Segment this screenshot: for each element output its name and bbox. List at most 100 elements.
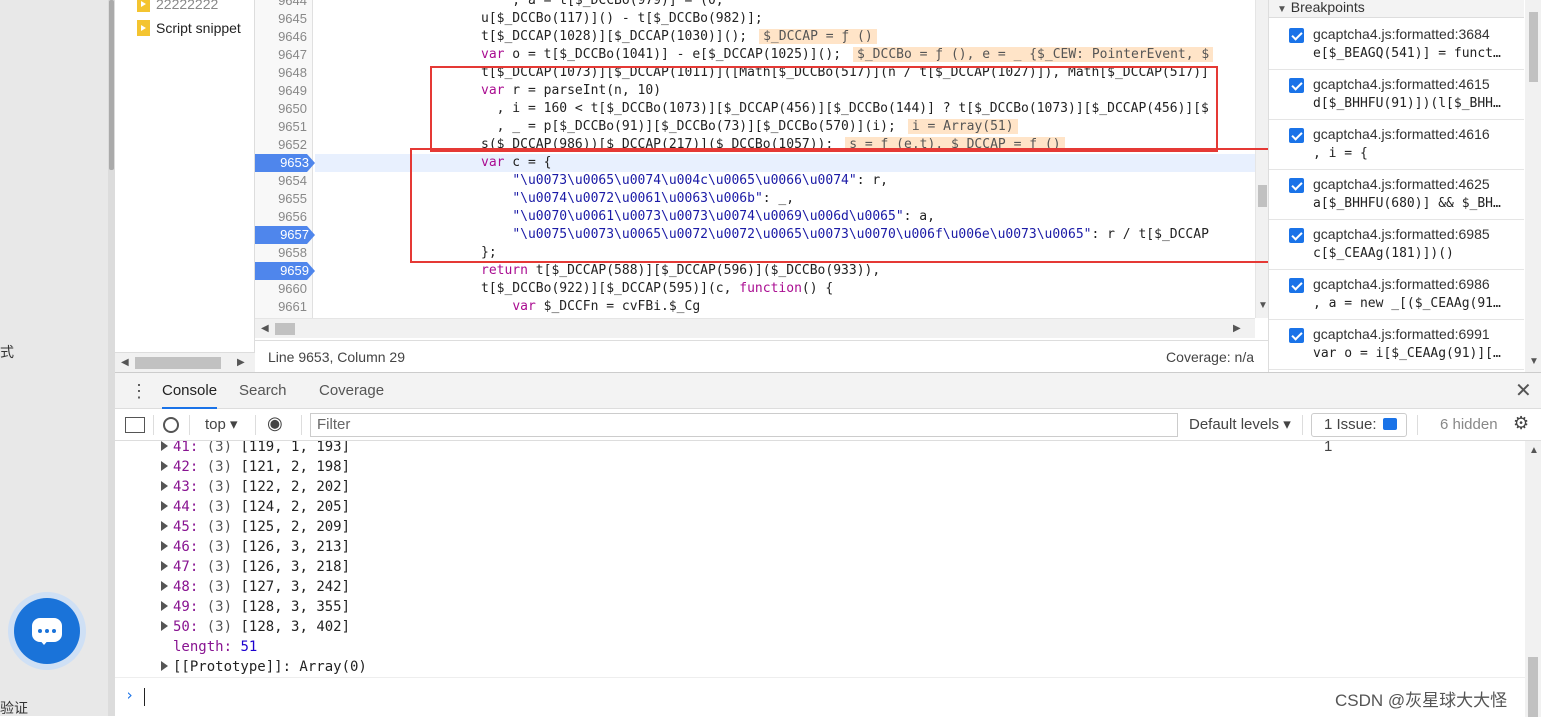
highlight-box <box>430 66 1218 152</box>
scroll-left-icon[interactable]: ◀ <box>121 357 129 368</box>
filter-input[interactable]: Filter <box>310 413 1178 437</box>
line-number[interactable]: 9648 <box>255 64 313 82</box>
console-prompt[interactable]: › <box>115 677 1525 717</box>
line-number[interactable]: 9660 <box>255 280 313 298</box>
expand-triangle-icon[interactable] <box>161 601 168 611</box>
breakpoint-checkbox[interactable] <box>1289 328 1304 343</box>
line-number[interactable]: 9656 <box>255 208 313 226</box>
console-array-row[interactable]: 43: (3) [122, 2, 202] <box>161 477 350 497</box>
sidebar-toggle-icon[interactable] <box>125 417 145 433</box>
line-number[interactable]: 9654 <box>255 172 313 190</box>
console-array-row[interactable]: 46: (3) [126, 3, 213] <box>161 537 350 557</box>
file-item[interactable]: 22222222 <box>137 0 255 14</box>
prototype-row[interactable]: [[Prototype]]: Array(0) <box>161 657 367 677</box>
line-number[interactable]: 9661 <box>255 298 313 316</box>
console-array-row[interactable]: 49: (3) [128, 3, 355] <box>161 597 350 617</box>
breakpoints-scrollbar[interactable]: ▼ <box>1525 0 1541 372</box>
line-gutter[interactable]: 9644 9645 9646 9647 9648 9649 9650 9651 9652 9653… <box>255 0 315 318</box>
breakpoint-item[interactable]: gcaptcha4.js:formatted:6985 c[$_CEAAg(181… <box>1269 220 1524 270</box>
line-number[interactable]: 9644 <box>255 0 313 10</box>
line-number[interactable]: 9651 <box>255 118 313 136</box>
line-number[interactable]: 9647 <box>255 46 313 64</box>
line-number[interactable]: 9646 <box>255 28 313 46</box>
scroll-right-icon[interactable]: ▶ <box>237 357 245 368</box>
drawer-menu-icon[interactable]: ⋮ <box>130 373 148 409</box>
line-number[interactable]: 9645 <box>255 10 313 28</box>
expand-triangle-icon[interactable] <box>161 621 168 631</box>
console-array-row[interactable]: 47: (3) [126, 3, 218] <box>161 557 350 577</box>
line-number[interactable]: 9650 <box>255 100 313 118</box>
console-array-row[interactable]: 44: (3) [124, 2, 205] <box>161 497 350 517</box>
line-number[interactable]: 9649 <box>255 82 313 100</box>
breakpoint-checkbox[interactable] <box>1289 228 1304 243</box>
console-array-row[interactable]: 45: (3) [125, 2, 209] <box>161 517 350 537</box>
expand-triangle-icon[interactable] <box>161 501 168 511</box>
code-line[interactable]: var $_DCCFn = cvFBi.$_Cg <box>315 298 700 316</box>
console-scrollbar[interactable]: ▲ <box>1525 441 1541 717</box>
issues-button[interactable]: 1 Issue: 1 <box>1311 413 1407 455</box>
scroll-down-icon[interactable]: ▼ <box>1529 356 1539 367</box>
navigator-scrollbar[interactable]: ◀ ▶ <box>115 352 255 372</box>
scroll-left-icon[interactable]: ◀ <box>261 323 269 334</box>
breakpoint-item[interactable]: gcaptcha4.js:formatted:4625 a[$_BHHFU(680… <box>1269 170 1524 220</box>
tab-console[interactable]: Console <box>162 373 218 409</box>
expand-triangle-icon[interactable] <box>161 481 168 491</box>
console-array-row[interactable]: 42: (3) [121, 2, 198] <box>161 457 350 477</box>
left-scrollbar[interactable] <box>108 0 115 716</box>
breakpoint-code: d[$_BHHFU(91)])(l[$_BHH… <box>1313 96 1501 111</box>
breakpoint-location: gcaptcha4.js:formatted:4625 <box>1313 176 1490 192</box>
code-line[interactable]: u[$_DCCBo(117)]() - t[$_DCCBo(982)]; <box>315 10 763 28</box>
scroll-right-icon[interactable]: ▶ <box>1233 323 1241 334</box>
coverage-status[interactable]: Coverage: n/a <box>1166 349 1254 365</box>
breakpoint-item[interactable]: gcaptcha4.js:formatted:4615 d[$_BHHFU(91)… <box>1269 70 1524 120</box>
console-array-row[interactable]: 41: (3) [119, 1, 193] <box>161 441 350 457</box>
breakpoint-item[interactable]: gcaptcha4.js:formatted:4616 , i = { <box>1269 120 1524 170</box>
breakpoint-item[interactable]: gcaptcha4.js:formatted:3684 e[$_BEAGQ(541… <box>1269 20 1524 70</box>
line-number[interactable]: 9652 <box>255 136 313 154</box>
tab-coverage[interactable]: Coverage <box>319 373 384 409</box>
line-number[interactable]: 9655 <box>255 190 313 208</box>
close-drawer-icon[interactable]: ✕ <box>1515 373 1532 409</box>
expand-triangle-icon[interactable] <box>161 441 168 451</box>
breakpoint-line-number[interactable]: 9653 <box>255 154 315 172</box>
scroll-down-icon[interactable]: ▼ <box>1258 300 1268 311</box>
console-array-row[interactable]: 48: (3) [127, 3, 242] <box>161 577 350 597</box>
breakpoint-checkbox[interactable] <box>1289 28 1304 43</box>
file-item[interactable]: Script snippet <box>137 18 255 38</box>
editor-horizontal-scrollbar[interactable]: ◀ ▶ <box>255 318 1255 338</box>
breakpoint-line-number[interactable]: 9659 <box>255 262 315 280</box>
code-line[interactable]: t[$_DCCBo(922)][$_DCCAP(595)](c, functio… <box>315 280 833 298</box>
snippet-file-icon <box>137 20 150 36</box>
chat-bubble-button[interactable] <box>14 598 80 664</box>
log-levels-dropdown[interactable]: Default levels ▾ <box>1189 415 1291 435</box>
breakpoint-checkbox[interactable] <box>1289 78 1304 93</box>
code-line[interactable]: return t[$_DCCAP(588)][$_DCCAP(596)]($_D… <box>315 262 880 280</box>
expand-triangle-icon[interactable] <box>161 561 168 571</box>
eye-icon[interactable]: ◉ <box>267 413 283 433</box>
breakpoint-location: gcaptcha4.js:formatted:6985 <box>1313 226 1490 242</box>
line-number[interactable]: 9658 <box>255 244 313 262</box>
console-output[interactable]: 41: (3) [119, 1, 193] 42: (3) [121, 2, 19… <box>115 441 1525 717</box>
expand-triangle-icon[interactable] <box>161 581 168 591</box>
code-line[interactable]: var o = t[$_DCCBo(1041)] - e[$_DCCAP(102… <box>315 46 1214 64</box>
breakpoint-checkbox[interactable] <box>1289 128 1304 143</box>
expand-triangle-icon[interactable] <box>161 541 168 551</box>
context-selector[interactable]: top ▾ <box>205 415 238 435</box>
console-array-row[interactable]: 50: (3) [128, 3, 402] <box>161 617 350 637</box>
code-line[interactable]: t[$_DCCAP(1028)][$_DCCAP(1030)](); $_DCCA… <box>315 28 877 46</box>
expand-triangle-icon[interactable] <box>161 521 168 531</box>
breakpoints-header[interactable]: ▼ Breakpoints <box>1269 0 1524 18</box>
edge-text: 验证 <box>0 700 28 716</box>
breakpoint-checkbox[interactable] <box>1289 178 1304 193</box>
code-text: u[$_DCCBo(117)]() - t[$_DCCBo(982)]; <box>481 11 763 26</box>
scroll-up-icon[interactable]: ▲ <box>1529 445 1539 456</box>
code-line[interactable]: , a = t[$_DCCBo(979)] = (0, <box>315 0 723 10</box>
breakpoint-item[interactable]: gcaptcha4.js:formatted:6986 , a = new _[(… <box>1269 270 1524 320</box>
breakpoint-checkbox[interactable] <box>1289 278 1304 293</box>
breakpoint-line-number[interactable]: 9657 <box>255 226 315 244</box>
breakpoint-item[interactable]: gcaptcha4.js:formatted:6991 var o = i[$_C… <box>1269 320 1524 370</box>
tab-search[interactable]: Search <box>239 373 287 409</box>
settings-gear-icon[interactable]: ⚙ <box>1513 413 1529 433</box>
clear-console-icon[interactable] <box>163 417 179 433</box>
expand-triangle-icon[interactable] <box>161 461 168 471</box>
